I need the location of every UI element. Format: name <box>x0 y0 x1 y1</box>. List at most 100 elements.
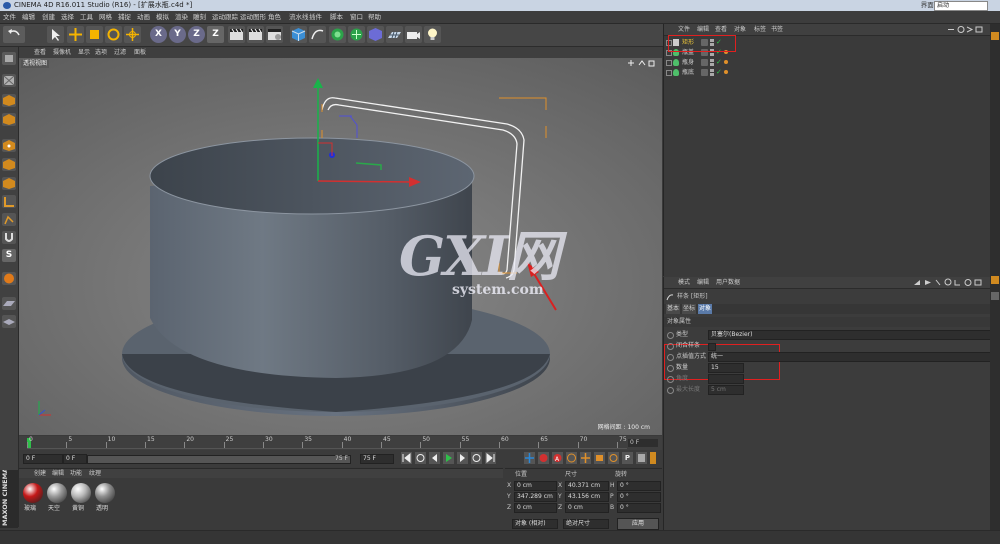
layer-icon[interactable] <box>701 69 708 76</box>
key-scale-icon[interactable] <box>594 452 605 464</box>
model-mode-icon[interactable] <box>2 94 16 107</box>
preview-range-slider[interactable] <box>87 455 351 464</box>
menu-item[interactable]: 角色 <box>268 11 281 23</box>
tag-icon[interactable] <box>724 70 728 74</box>
layer-icon[interactable] <box>2 315 16 328</box>
y-axis-lock-icon[interactable]: Y <box>169 26 186 43</box>
end-frame-field[interactable]: 75 F <box>360 454 394 464</box>
expand-toggle-icon[interactable] <box>666 70 672 76</box>
material-menu-item[interactable]: 创建 <box>34 469 46 478</box>
position-field[interactable]: 0 cm <box>514 503 557 513</box>
object-name[interactable]: 瓶底 <box>682 68 694 77</box>
snap-icon[interactable]: S <box>2 249 16 262</box>
viewport-menu-item[interactable]: 面板 <box>134 47 146 58</box>
undo-icon[interactable] <box>3 26 25 43</box>
live-selection-icon[interactable] <box>124 26 141 43</box>
polygons-mode-icon[interactable] <box>2 177 16 190</box>
go-start-icon[interactable] <box>401 452 412 464</box>
menu-item[interactable]: 运动图形 <box>240 11 266 23</box>
enabled-check-icon[interactable]: ✓ <box>716 68 722 77</box>
floor-scene-icon[interactable] <box>386 26 403 43</box>
rotation-field[interactable]: 0 ° <box>617 503 661 513</box>
attribute-tab[interactable]: 基本 <box>666 304 680 314</box>
subdivision-icon[interactable] <box>329 26 346 43</box>
expand-toggle-icon[interactable] <box>666 60 672 66</box>
make-editable-icon[interactable] <box>2 52 16 65</box>
points-mode-icon[interactable] <box>2 139 16 152</box>
prev-key-icon[interactable] <box>415 452 426 464</box>
object-manager-nav-icons[interactable] <box>946 25 986 34</box>
animate-radio-icon[interactable] <box>667 343 674 350</box>
viewport-menu-item[interactable]: 过滤 <box>114 47 126 58</box>
position-field[interactable]: 347.289 cm <box>514 492 557 502</box>
closed-spline-checkbox[interactable] <box>708 343 716 351</box>
preview-start-field[interactable]: 0 F <box>63 454 87 464</box>
animate-radio-icon[interactable] <box>667 376 674 383</box>
menu-item[interactable]: 脚本 <box>330 11 343 23</box>
menu-item[interactable]: 雕刻 <box>193 11 206 23</box>
light-bulb-icon[interactable] <box>424 26 441 43</box>
menu-item[interactable]: 窗口 <box>350 11 363 23</box>
select-arrow-icon[interactable] <box>47 26 64 43</box>
menu-item[interactable]: 帮助 <box>368 11 381 23</box>
menu-item[interactable]: 文件 <box>3 11 16 23</box>
array-cloner-icon[interactable] <box>348 26 365 43</box>
position-field[interactable]: 0 cm <box>514 481 557 491</box>
object-menu-item[interactable]: 对象 <box>734 24 746 35</box>
size-field[interactable]: 0 cm <box>565 503 609 513</box>
magnet-icon[interactable] <box>2 231 16 244</box>
rotation-field[interactable]: 0 ° <box>617 492 661 502</box>
prev-frame-icon[interactable] <box>429 452 440 464</box>
menu-item[interactable]: 动画 <box>137 11 150 23</box>
key-pla-icon[interactable] <box>636 452 647 464</box>
viewport-menu-item[interactable]: 显示 <box>78 47 90 58</box>
visibility-dots-icon[interactable] <box>710 69 714 76</box>
scale-icon[interactable] <box>86 26 103 43</box>
attribute-tab[interactable]: 对象 <box>698 304 712 314</box>
layout-select[interactable]: 启动 <box>934 1 988 11</box>
key-rotation-icon[interactable] <box>608 452 619 464</box>
layer-icon[interactable] <box>701 59 708 66</box>
key-position-icon[interactable] <box>580 452 591 464</box>
viewport-menu-item[interactable]: 选项 <box>95 47 107 58</box>
menu-item[interactable]: 选择 <box>61 11 74 23</box>
enabled-check-icon[interactable]: ✓ <box>716 58 722 67</box>
animate-radio-icon[interactable] <box>667 365 674 372</box>
material-menu-item[interactable]: 功能 <box>70 469 82 478</box>
material-menu-item[interactable]: 纹理 <box>89 469 101 478</box>
object-menu-item[interactable]: 书签 <box>771 24 783 35</box>
apply-button[interactable]: 应用 <box>617 518 659 530</box>
move-icon[interactable] <box>67 26 84 43</box>
viewport-menu-item[interactable]: 摄像机 <box>53 47 71 58</box>
attribute-nav-icons[interactable] <box>912 278 986 287</box>
menu-item[interactable]: 捕捉 <box>118 11 131 23</box>
animate-radio-icon[interactable] <box>667 387 674 394</box>
coordinate-system-icon[interactable]: Z <box>207 26 224 43</box>
menu-item[interactable]: 流水线 <box>289 11 309 23</box>
object-row[interactable]: 瓶身 ✓ <box>664 58 990 67</box>
rotate-icon[interactable] <box>105 26 122 43</box>
menu-item[interactable]: 渲染 <box>175 11 188 23</box>
size-field[interactable]: 40.371 cm <box>565 481 609 491</box>
key-selection-icon[interactable] <box>566 452 577 464</box>
move-key-icon[interactable] <box>524 452 535 464</box>
grid-plane-icon[interactable] <box>2 297 16 310</box>
object-menu-item[interactable]: 编辑 <box>697 24 709 35</box>
attribute-tab[interactable]: 坐标 <box>682 304 696 314</box>
tag-icon[interactable] <box>724 60 728 64</box>
workplane-icon[interactable] <box>2 272 16 285</box>
axis-mode-icon[interactable] <box>2 195 16 208</box>
material-swatch[interactable] <box>23 483 43 503</box>
attribute-dropdown[interactable]: 统一 <box>708 352 992 362</box>
deformer-icon[interactable] <box>367 26 384 43</box>
menu-item[interactable]: 创建 <box>42 11 55 23</box>
edges-mode-icon[interactable] <box>2 158 16 171</box>
size-mode-select[interactable]: 绝对尺寸 <box>563 519 609 529</box>
angle-field[interactable] <box>708 374 744 384</box>
key-param-icon[interactable]: P <box>622 452 633 464</box>
render-settings-icon[interactable] <box>266 26 283 43</box>
animate-radio-icon[interactable] <box>667 354 674 361</box>
object-menu-item[interactable]: 查看 <box>715 24 727 35</box>
menu-item[interactable]: 编辑 <box>22 11 35 23</box>
material-swatch[interactable] <box>47 483 67 503</box>
